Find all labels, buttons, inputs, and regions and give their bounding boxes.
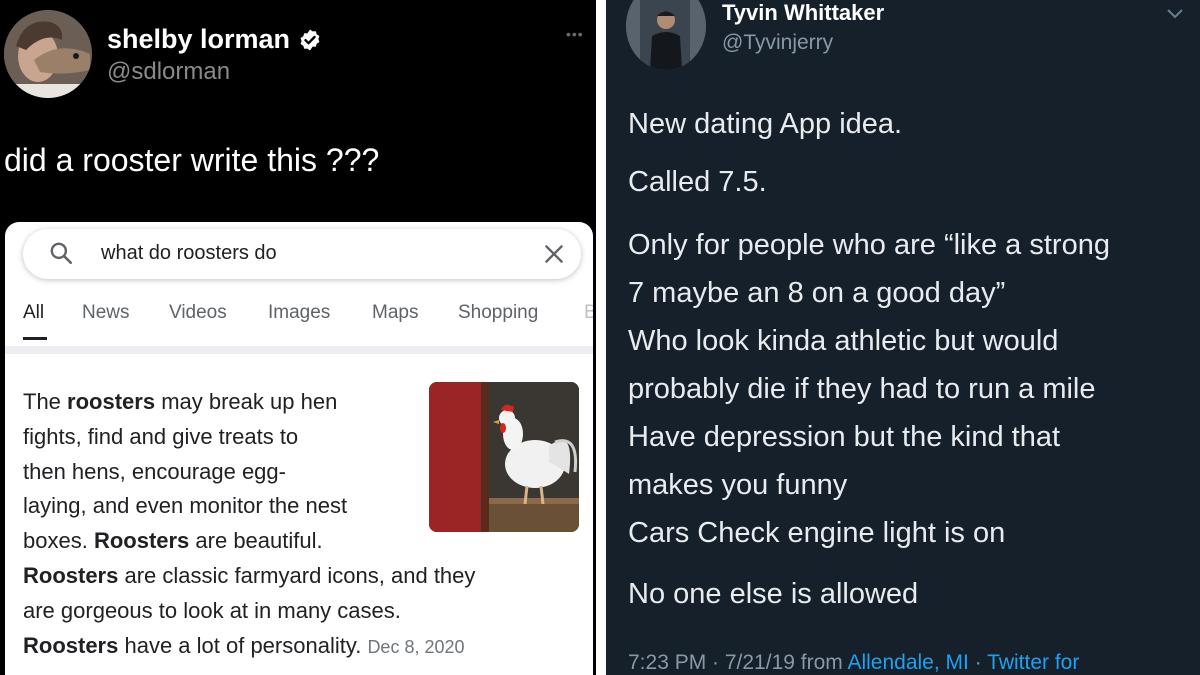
snippet-keyword: Roosters (23, 562, 119, 588)
display-name[interactable]: Tyvin Whittaker (722, 0, 884, 26)
search-tabs: All News Videos Images Maps Shopping B (5, 302, 593, 340)
tab-shopping[interactable]: Shopping (458, 302, 538, 324)
snippet-text: have a lot of personality. (118, 632, 368, 658)
snippet-text: then hens, encourage egg- (23, 458, 286, 484)
snippet-text: fights, find and give treats to (23, 423, 299, 449)
tweet-line: Called 7.5. (628, 166, 767, 198)
snippet-date: Dec 8, 2020 (367, 636, 465, 657)
search-input[interactable]: what do roosters do (101, 242, 277, 265)
chevron-down-icon[interactable] (1166, 8, 1184, 20)
tweet-line: New dating App idea. (628, 108, 903, 140)
left-tweet-screenshot: shelby lorman @sdlorman ••• did a rooste… (0, 0, 596, 675)
snippet-line: are gorgeous to look at in many cases. (23, 594, 583, 629)
tweet-line: No one else is allowed (628, 578, 919, 610)
tweet-line: Cars Check engine light is on (628, 517, 1006, 549)
tweet-metadata: 7:23 PM · 7/21/19 from Allendale, MI · T… (628, 651, 1079, 675)
meta-separator: · (968, 651, 988, 674)
snippet-text: are gorgeous to look at in many cases. (23, 597, 401, 623)
tweet-line: Who look kinda athletic but would (628, 325, 1059, 357)
user-avatar[interactable] (4, 10, 92, 98)
tweet-line: 7 maybe an 8 on a good day” (628, 277, 1006, 309)
tab-books[interactable]: B (584, 302, 593, 324)
snippet-text: laying, and even monitor the nest (23, 493, 348, 519)
source-link[interactable]: Twitter for (987, 651, 1079, 674)
verified-badge-icon (300, 29, 320, 50)
snippet-text: are classic farmyard icons, and they (118, 562, 476, 588)
tab-images[interactable]: Images (268, 302, 330, 324)
tweet-line: probably die if they had to run a mile (628, 373, 1096, 405)
tab-news[interactable]: News (82, 302, 130, 324)
right-tweet-screenshot: Tyvin Whittaker @Tyvinjerry New dating A… (606, 0, 1200, 675)
snippet-keyword: roosters (67, 389, 156, 414)
snippet-line: Roosters are classic farmyard icons, and… (23, 559, 583, 594)
google-search-screenshot: what do roosters do All News Videos Imag… (5, 222, 593, 675)
snippet-keyword: Roosters (23, 632, 119, 658)
snippet-keyword: Roosters (93, 528, 190, 554)
section-divider (5, 346, 593, 354)
tab-all[interactable]: All (23, 302, 44, 324)
location-link[interactable]: Allendale, MI (847, 651, 968, 674)
display-name-text: shelby lorman (107, 24, 291, 54)
user-avatar[interactable] (626, 0, 706, 70)
search-icon (50, 242, 73, 265)
search-bar[interactable]: what do roosters do (23, 229, 581, 279)
display-name[interactable]: shelby lorman (107, 24, 322, 55)
snippet-line: Roosters have a lot of personality. Dec … (23, 629, 583, 665)
tweet-line: Only for people who are “like a strong (628, 229, 1110, 261)
tab-videos[interactable]: Videos (169, 302, 227, 324)
rooster-thumbnail[interactable] (429, 382, 579, 532)
user-handle[interactable]: @sdlorman (107, 58, 230, 86)
tweet-timestamp[interactable]: 7:23 PM · 7/21/19 from (628, 651, 847, 674)
active-tab-indicator (23, 337, 47, 340)
snippet-text: The (23, 389, 68, 414)
more-options-icon[interactable]: ••• (566, 26, 584, 42)
snippet-text: boxes. (23, 528, 94, 554)
clear-search-icon[interactable] (541, 241, 567, 267)
tab-maps[interactable]: Maps (372, 302, 418, 324)
tweet-line: Have depression but the kind that (628, 421, 1061, 453)
tweet-text: did a rooster write this ??? (4, 142, 380, 178)
snippet-text: are beautiful. (189, 528, 323, 554)
user-handle[interactable]: @Tyvinjerry (722, 31, 833, 55)
tweet-line: makes you funny (628, 469, 848, 501)
snippet-text: may break up hen (155, 389, 338, 414)
